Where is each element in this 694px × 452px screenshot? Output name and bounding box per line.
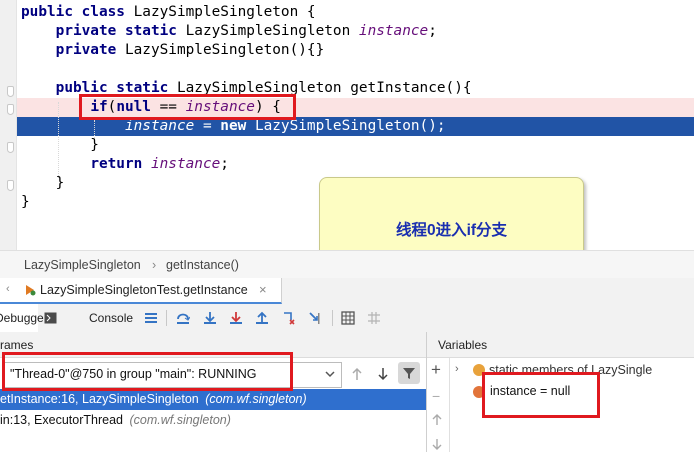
annotation-box-instance: [482, 372, 600, 418]
fold-marker-icon[interactable]: [7, 142, 14, 153]
code-field: instance: [150, 156, 221, 172]
code-text: ;: [428, 23, 437, 39]
console-icon: [44, 312, 57, 324]
code-line[interactable]: private static LazySimpleSingleton insta…: [21, 22, 437, 41]
code-line[interactable]: private LazySimpleSingleton(){}: [21, 41, 325, 60]
breadcrumb: LazySimpleSingleton › getInstance(): [0, 250, 694, 279]
code-keyword: public class: [21, 4, 134, 20]
code-text: }: [21, 175, 65, 191]
filter-button[interactable]: [398, 362, 420, 384]
debug-session-tabbar: ‹ LazySimpleSingletonTest.getInstance ×: [0, 278, 694, 305]
breadcrumb-method[interactable]: getInstance(): [166, 258, 239, 272]
code-line[interactable]: }: [21, 174, 65, 193]
code-text: ;: [220, 156, 229, 172]
frame-row-text: etInstance:16, LazySimpleSingleton: [0, 392, 199, 406]
annotation-box-if: [79, 94, 296, 120]
fold-marker-icon[interactable]: [7, 86, 14, 97]
code-line[interactable]: return instance;: [21, 155, 229, 174]
run-to-cursor-icon[interactable]: [308, 311, 322, 325]
code-text: LazySimpleSingleton(){}: [124, 42, 325, 58]
menu-icon[interactable]: [144, 311, 158, 325]
frame-row-text: in:13, ExecutorThread: [0, 413, 123, 427]
code-field: instance: [358, 23, 429, 39]
chevron-left-icon[interactable]: ‹: [6, 283, 10, 295]
frame-row-package: (com.wf.singleton): [205, 392, 307, 406]
code-line[interactable]: }: [21, 136, 99, 155]
variables-side-toolbar: + −: [427, 358, 450, 452]
expand-arrow-icon[interactable]: ›: [455, 363, 459, 375]
arrow-up-icon[interactable]: [351, 367, 363, 381]
fold-marker-icon[interactable]: [7, 180, 14, 191]
frame-row-package: (com.wf.singleton): [129, 413, 231, 427]
code-text: LazySimpleSingleton();: [254, 118, 446, 134]
code-line[interactable]: public class LazySimpleSingleton {: [21, 3, 316, 22]
drop-frame-icon[interactable]: [282, 311, 296, 325]
debug-toolbar: Debugger Console: [0, 304, 694, 333]
chevron-down-icon[interactable]: [325, 371, 335, 378]
frame-row[interactable]: in:13, ExecutorThread (com.wf.singleton): [0, 410, 426, 431]
variables-panel: Variables + − › static members of LazySi…: [427, 332, 694, 452]
force-step-into-icon[interactable]: [229, 311, 243, 325]
breadcrumb-separator: ›: [152, 258, 157, 272]
fold-marker-icon[interactable]: [7, 104, 14, 115]
frame-row-selected[interactable]: etInstance:16, LazySimpleSingleton (com.…: [0, 389, 426, 410]
tab-debugger-label: Debugger: [0, 311, 48, 325]
code-keyword: private: [55, 42, 125, 58]
code-text: LazySimpleSingleton: [185, 23, 359, 39]
annotation-note-text: 线程0进入if分支: [395, 222, 508, 239]
code-text: }: [21, 137, 99, 153]
variables-title: Variables: [438, 338, 488, 352]
toolbar-divider: [332, 310, 333, 326]
step-into-icon[interactable]: [203, 311, 217, 325]
code-field: instance: [124, 118, 195, 134]
arrow-down-icon[interactable]: [377, 367, 389, 381]
frames-title: rames: [0, 338, 34, 352]
minus-icon[interactable]: −: [432, 388, 440, 404]
tab-debug-session[interactable]: ‹ LazySimpleSingletonTest.getInstance ×: [0, 278, 282, 304]
frames-panel: rames "Thread-0"@750 in group "main": RU…: [0, 332, 427, 452]
trace-icon[interactable]: [367, 311, 381, 325]
step-out-icon[interactable]: [255, 311, 269, 325]
filter-icon: [403, 368, 415, 379]
code-text: =: [194, 118, 221, 134]
code-text: }: [21, 194, 30, 210]
tab-debugger[interactable]: Debugger: [0, 304, 48, 332]
breadcrumb-class[interactable]: LazySimpleSingleton: [24, 258, 141, 272]
arrow-up-icon[interactable]: [431, 414, 443, 426]
tab-console-label[interactable]: Console: [89, 311, 133, 325]
code-keyword: private static: [55, 23, 186, 39]
step-over-icon[interactable]: [176, 311, 190, 325]
annotation-box-thread: [2, 352, 293, 391]
close-icon[interactable]: ×: [259, 282, 267, 297]
debug-run-icon: [26, 285, 36, 296]
code-keyword: return: [90, 156, 151, 172]
code-text: LazySimpleSingleton {: [133, 4, 316, 20]
evaluate-expression-icon[interactable]: [341, 311, 355, 325]
editor-gutter[interactable]: [0, 0, 17, 250]
variables-header: Variables: [427, 332, 694, 358]
add-watch-icon[interactable]: +: [431, 360, 441, 380]
toolbar-divider: [166, 310, 167, 326]
code-line[interactable]: }: [21, 193, 30, 212]
code-keyword: new: [220, 118, 255, 134]
arrow-down-icon[interactable]: [431, 438, 443, 450]
tab-debug-session-label: LazySimpleSingletonTest.getInstance: [40, 283, 248, 297]
